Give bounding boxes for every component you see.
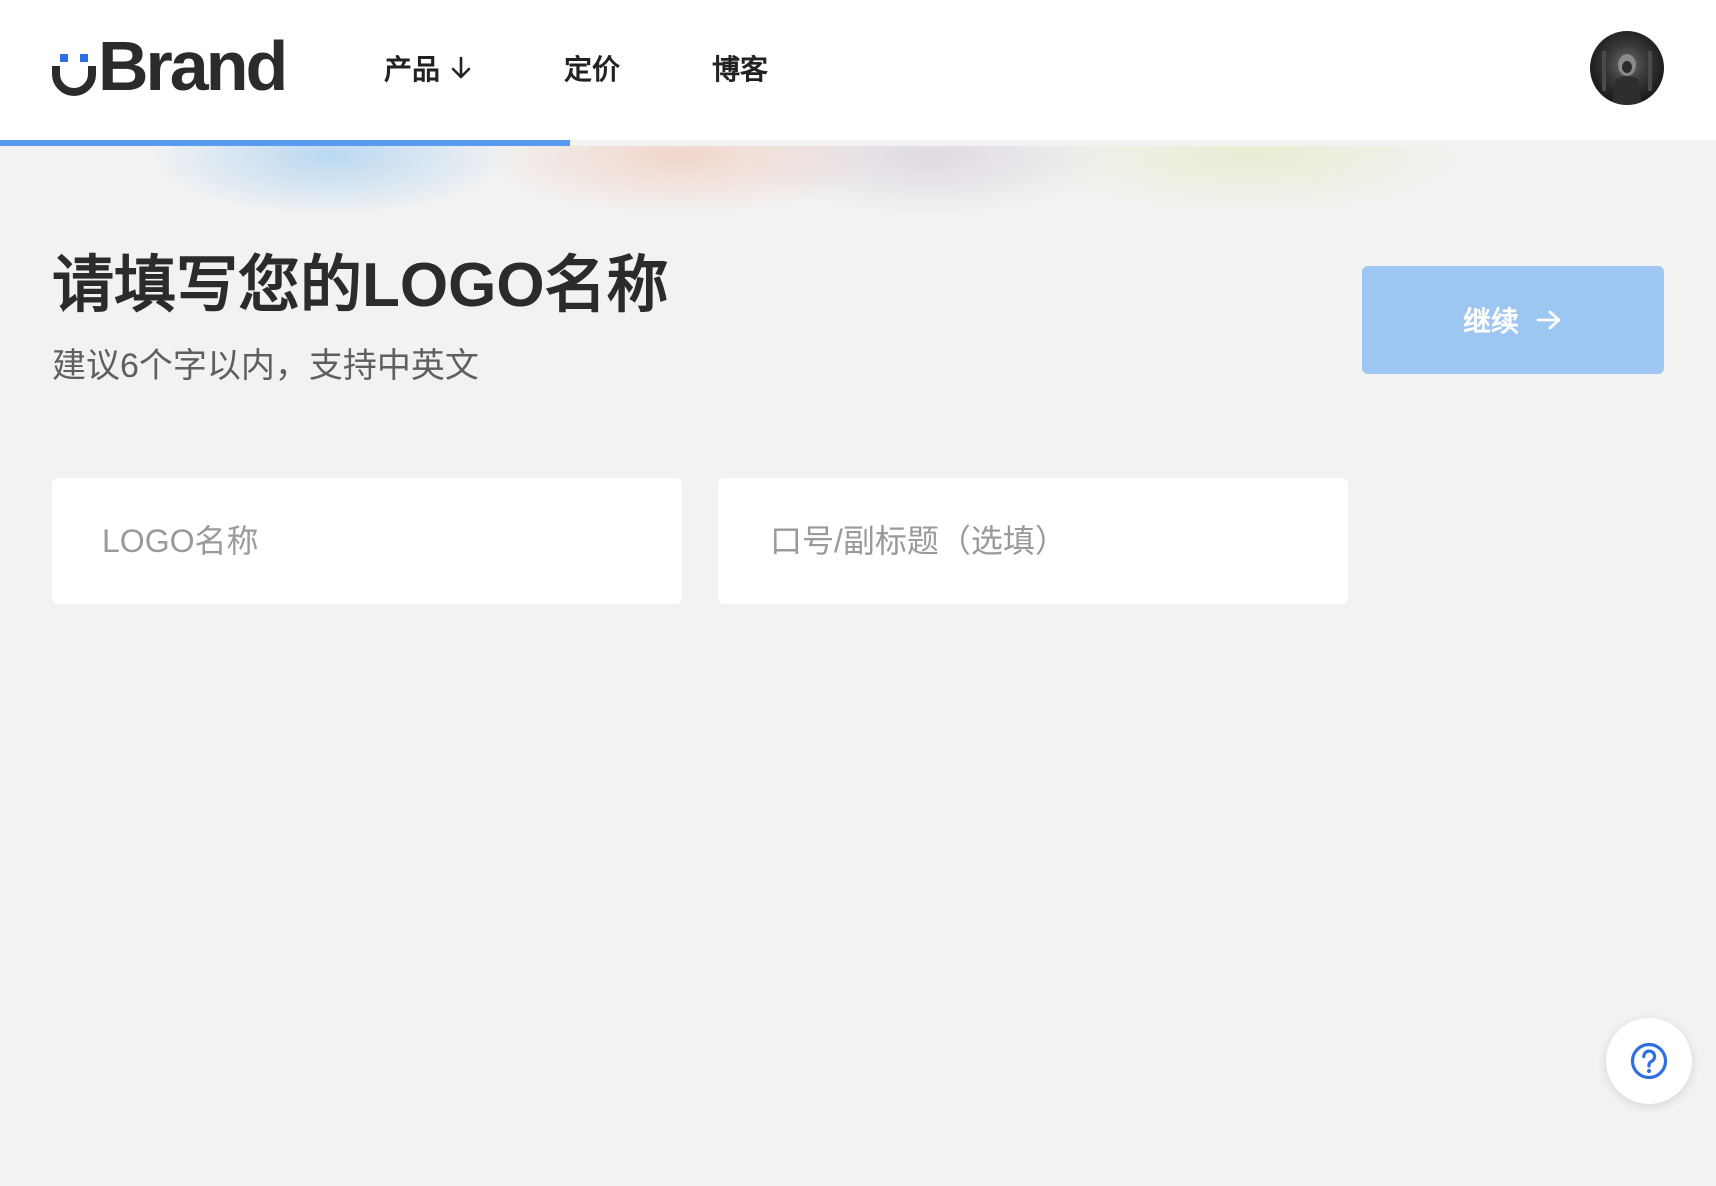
nav-item-label: 定价 — [564, 54, 621, 85]
arrow-down-icon — [451, 56, 471, 79]
slogan-field — [718, 478, 1348, 604]
page-title: 请填写您的LOGO名称 — [52, 251, 669, 320]
avatar-image — [1602, 51, 1652, 105]
nav-item-products[interactable]: 产品 — [384, 48, 472, 88]
nav-item-label: 博客 — [712, 54, 769, 85]
main-nav: 产品 定价 博客 — [384, 46, 768, 90]
logo-name-input[interactable] — [52, 478, 682, 604]
slogan-input[interactable] — [718, 478, 1348, 604]
user-avatar[interactable] — [1590, 31, 1664, 105]
brand-logo[interactable]: Brand — [52, 27, 288, 105]
brand-name: Brand — [98, 27, 288, 105]
arrow-right-icon — [1536, 310, 1561, 330]
logo-name-field — [52, 478, 682, 604]
nav-item-label: 产品 — [384, 54, 441, 85]
top-navbar: Brand 产品 定价 博客 — [0, 0, 1716, 140]
nav-item-pricing[interactable]: 定价 — [564, 48, 620, 88]
continue-button[interactable]: 继续 — [1362, 266, 1664, 374]
question-circle-icon — [1630, 1042, 1668, 1080]
progress-fill — [0, 140, 570, 146]
continue-button-label: 继续 — [1462, 306, 1519, 337]
help-button[interactable] — [1606, 1018, 1692, 1104]
page-subtitle: 建议6个字以内，支持中英文 — [52, 347, 479, 385]
nav-item-blog[interactable]: 博客 — [712, 48, 768, 88]
decorative-gradient — [0, 146, 1716, 256]
smile-u-icon — [52, 54, 96, 96]
progress-bar — [0, 140, 1716, 146]
